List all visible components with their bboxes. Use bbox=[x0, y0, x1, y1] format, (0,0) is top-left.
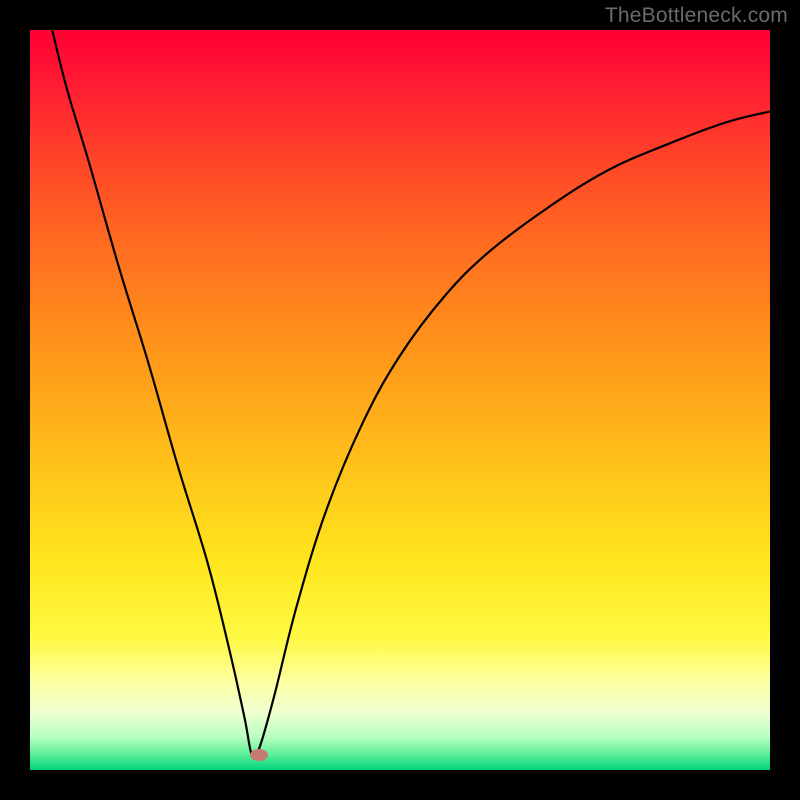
curve-layer bbox=[30, 30, 770, 770]
minimum-dot bbox=[250, 749, 268, 761]
plot-area bbox=[30, 30, 770, 770]
bottleneck-curve bbox=[52, 30, 770, 758]
chart-frame: TheBottleneck.com bbox=[0, 0, 800, 800]
watermark-text: TheBottleneck.com bbox=[605, 4, 788, 28]
